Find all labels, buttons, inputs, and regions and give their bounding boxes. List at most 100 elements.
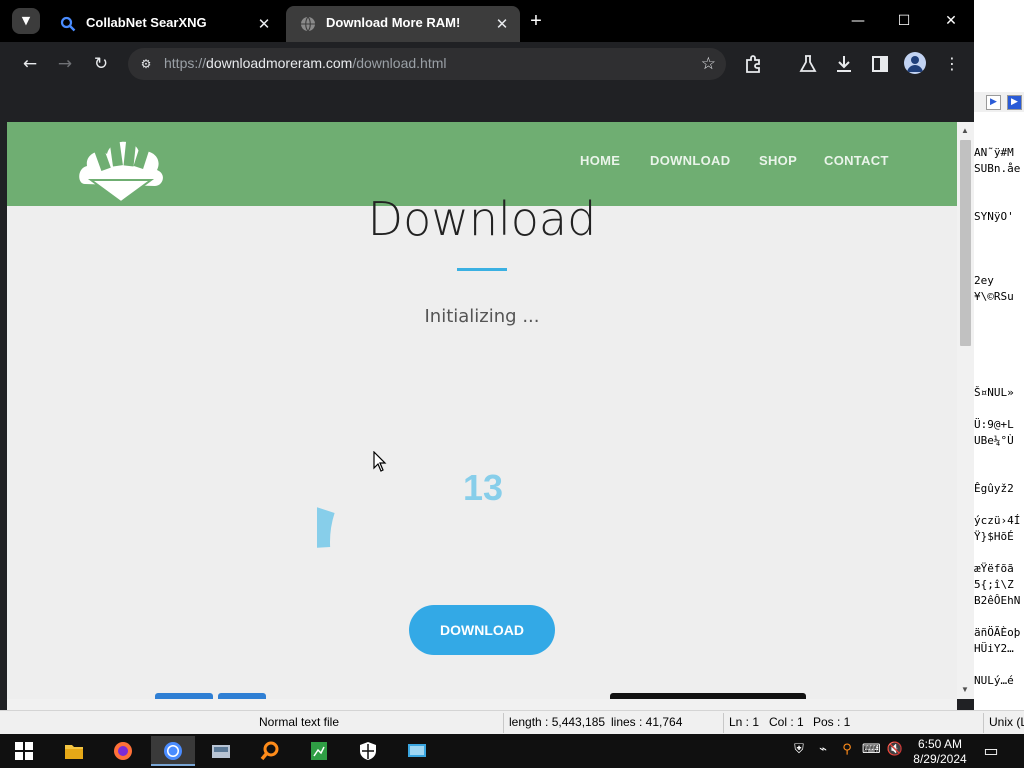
- notifications-icon[interactable]: ▭: [980, 740, 1002, 762]
- editor-line: UBe¼°Ù: [974, 434, 1014, 447]
- close-window-button[interactable]: ✕: [928, 6, 974, 36]
- chrome-icon: [164, 742, 182, 760]
- search-tool-tray-icon[interactable]: ⚲: [838, 741, 856, 759]
- taskbar: ⛨ ⌁ ⚲ ⌨ 🔇 6:50 AM 8/29/2024 ▭: [0, 734, 1024, 768]
- page-viewport: HOME DOWNLOAD SHOP CONTACT Download Init…: [7, 122, 957, 699]
- line-number-label: Ln : 1: [729, 715, 760, 729]
- length-label: length : 5,443,185: [509, 715, 606, 729]
- nav-home[interactable]: HOME: [580, 153, 620, 168]
- shield-tray-icon[interactable]: ⛨: [790, 741, 808, 759]
- run-macro-icon[interactable]: ▶: [1007, 95, 1022, 110]
- tab-download-more-ram[interactable]: Download More RAM! ✕: [286, 6, 520, 42]
- editor-toolbar: ▶ ▶: [974, 92, 1024, 112]
- status-separator: [983, 713, 984, 733]
- maximize-button[interactable]: ☐: [881, 6, 927, 36]
- scroll-up-icon[interactable]: ▲: [961, 126, 969, 135]
- remote-desktop-icon: [408, 744, 426, 757]
- editor-line: Êgûyž2: [974, 482, 1014, 495]
- taskbar-security[interactable]: [346, 736, 390, 766]
- editor-line: 2ey: [974, 274, 994, 287]
- volume-muted-icon[interactable]: 🔇: [886, 741, 904, 759]
- reload-icon[interactable]: ↻: [87, 50, 115, 78]
- editor-text-area[interactable]: AN˜ÿ#M SUBn.åe SYNÿO' 2ey ¥\©RSu Š¤NUL» …: [974, 142, 1024, 702]
- download-icon[interactable]: [832, 52, 856, 76]
- nav-contact[interactable]: CONTACT: [824, 153, 889, 168]
- nav-shop[interactable]: SHOP: [759, 153, 797, 168]
- editor-line: æŸëfõã: [974, 562, 1014, 575]
- editor-line: äñÖÃÈoþ: [974, 626, 1021, 639]
- bookmark-bar: [0, 86, 974, 122]
- new-tab-button[interactable]: +: [524, 9, 548, 33]
- editor-line: Ÿ}$HõÉ: [974, 530, 1014, 543]
- url-host: downloadmoreram.com: [206, 55, 353, 71]
- window-bottom-edge: [7, 699, 957, 710]
- tab-title: Download More RAM!: [326, 15, 461, 30]
- firefox-icon: [114, 742, 132, 760]
- taskbar-disk-utility[interactable]: [199, 736, 243, 766]
- scroll-thumb[interactable]: [960, 140, 971, 346]
- editor-line: 5{;î\Z: [974, 578, 1014, 591]
- editor-line: HÜiY2…: [974, 642, 1014, 655]
- bookmark-star-icon[interactable]: ☆: [701, 53, 716, 75]
- taskbar-remote-desktop[interactable]: [395, 736, 439, 766]
- mouse-cursor-icon: [373, 451, 387, 472]
- download-button[interactable]: DOWNLOAD: [409, 605, 555, 655]
- url-text[interactable]: https://downloadmoreram.com/download.htm…: [164, 55, 447, 71]
- site-info-icon[interactable]: ⚙: [136, 54, 156, 74]
- editor-line: ¥\©RSu: [974, 290, 1014, 303]
- shield-icon: [360, 742, 376, 760]
- nav-download[interactable]: DOWNLOAD: [650, 153, 730, 168]
- editor-line: SUBn.åe: [974, 162, 1021, 175]
- side-panel-icon[interactable]: [868, 52, 892, 76]
- address-bar[interactable]: ⚙ https://downloadmoreram.com/download.h…: [128, 48, 726, 80]
- taskbar-file-explorer[interactable]: [52, 736, 96, 766]
- forward-arrow-icon[interactable]: →: [51, 50, 79, 78]
- position-label: Pos : 1: [813, 715, 851, 729]
- file-type-label: Normal text file: [259, 715, 340, 729]
- windows-logo-icon: [15, 742, 33, 760]
- editor-line: Š¤NUL»: [974, 386, 1014, 399]
- page-scrollbar[interactable]: ▲ ▼: [957, 122, 974, 699]
- lines-label: lines : 41,764: [611, 715, 683, 729]
- clock-time[interactable]: 6:50 AM: [910, 737, 970, 751]
- browser-toolbar: ← → ↻ ⚙ https://downloadmoreram.com/down…: [0, 42, 974, 86]
- close-tab-icon[interactable]: ✕: [492, 14, 512, 34]
- labs-flask-icon[interactable]: [796, 52, 820, 76]
- taskbar-spreadsheet[interactable]: [297, 736, 341, 766]
- ethernet-icon[interactable]: ⌨: [862, 741, 881, 759]
- start-button[interactable]: [2, 736, 46, 766]
- folder-icon: [65, 745, 83, 759]
- column-label: Col : 1: [769, 715, 804, 729]
- network-tray-icon[interactable]: ⌁: [814, 741, 832, 759]
- clock-date[interactable]: 8/29/2024: [910, 752, 970, 766]
- editor-line: ýczü›4Í: [974, 514, 1021, 527]
- close-tab-icon[interactable]: ✕: [254, 14, 274, 34]
- scroll-down-icon[interactable]: ▼: [961, 685, 969, 694]
- eol-label: Unix (L: [989, 715, 1024, 729]
- globe-icon: [301, 16, 315, 32]
- taskbar-search-tool[interactable]: [248, 736, 292, 766]
- editor-line: NULý…é: [974, 674, 1014, 687]
- page-title: Download: [367, 192, 597, 246]
- editor-line: SYNÿO': [974, 210, 1014, 223]
- minimize-button[interactable]: —: [835, 6, 881, 36]
- tab-title: CollabNet SearXNG: [86, 15, 207, 30]
- back-arrow-icon[interactable]: ←: [16, 50, 44, 78]
- extensions-icon[interactable]: [742, 52, 766, 76]
- taskbar-chrome[interactable]: [151, 736, 195, 766]
- status-separator: [503, 713, 504, 733]
- progress-percent: 13: [463, 467, 503, 508]
- menu-kebab-icon[interactable]: ⋮: [940, 52, 964, 76]
- play-macro-icon[interactable]: ▶: [986, 95, 1001, 110]
- status-text: Initializing ...: [424, 306, 540, 327]
- editor-status-bar: Normal text file length : 5,443,185 line…: [0, 710, 1024, 735]
- profile-avatar[interactable]: [904, 52, 926, 74]
- taskbar-firefox[interactable]: [101, 736, 145, 766]
- tab-strip: ▼ CollabNet SearXNG ✕ Download More RAM!…: [0, 0, 974, 42]
- disk-utility-icon: [212, 745, 230, 758]
- tab-search-icon[interactable]: ▼: [12, 8, 40, 34]
- url-path: /download.html: [352, 55, 447, 71]
- editor-line: Ü:9@+L: [974, 418, 1014, 431]
- tab-collabnet[interactable]: CollabNet SearXNG ✕: [46, 6, 282, 42]
- editor-line: B2êÔEhN: [974, 594, 1021, 607]
